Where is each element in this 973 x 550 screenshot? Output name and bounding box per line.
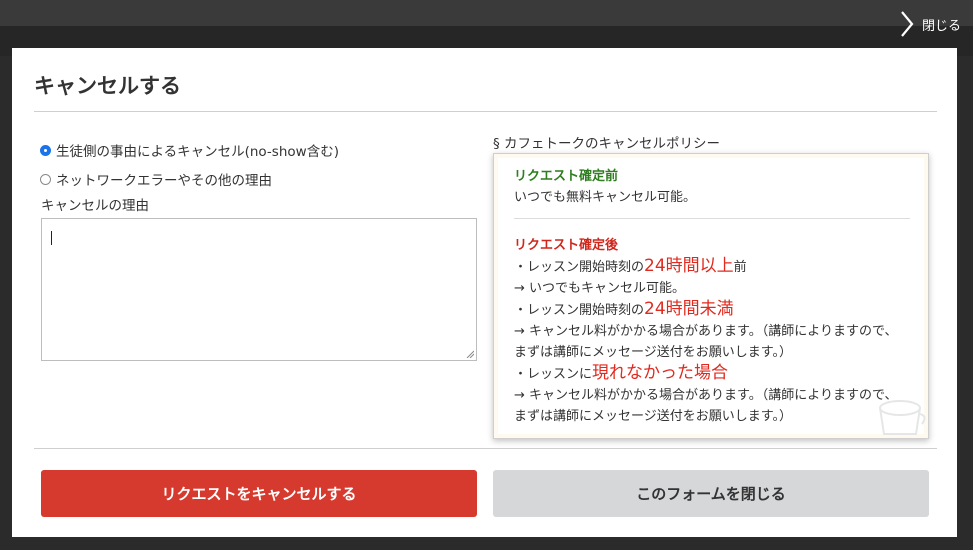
title-divider bbox=[34, 111, 937, 112]
coffee-cup-icon bbox=[879, 400, 926, 435]
policy-box: リクエスト確定前 いつでも無料キャンセル可能。 リクエスト確定後 ・レッスン開始… bbox=[493, 153, 929, 439]
resize-handle-icon[interactable] bbox=[466, 350, 474, 358]
close-form-button[interactable]: このフォームを閉じる bbox=[493, 470, 929, 517]
close-label: 閉じる bbox=[921, 17, 961, 33]
radio-student-reason[interactable]: 生徒側の事由によるキャンセル(no-show含む) bbox=[40, 140, 339, 160]
radio-checked-icon[interactable] bbox=[40, 144, 51, 156]
policy-line-fee-2: → キャンセル料がかかる場合があります。（講師によりますので、まずは講師にメッセ… bbox=[514, 388, 898, 424]
background-header bbox=[0, 0, 973, 26]
reason-label: キャンセルの理由 bbox=[41, 198, 149, 214]
policy-line-24h-over: ・レッスン開始時刻の24時間以上前 bbox=[514, 256, 747, 276]
cancel-modal: キャンセルする 生徒側の事由によるキャンセル(no-show含む) ネットワーク… bbox=[12, 48, 957, 537]
reason-textarea[interactable] bbox=[41, 218, 477, 361]
policy-line-24h-under: ・レッスン開始時刻の24時間未満 bbox=[514, 299, 734, 319]
cancel-request-button[interactable]: リクエストをキャンセルする bbox=[41, 470, 477, 517]
close-overlay-button[interactable]: 閉じる bbox=[900, 10, 961, 38]
policy-line-fee-1: → キャンセル料がかかる場合があります。（講師によりますので、まずは講師にメッセ… bbox=[514, 324, 898, 360]
chevron-right-icon bbox=[900, 10, 914, 38]
text-caret bbox=[51, 231, 52, 245]
radio-label-network: ネットワークエラーやその他の理由 bbox=[56, 173, 272, 189]
policy-before-text: いつでも無料キャンセル可能。 bbox=[514, 190, 697, 205]
policy-divider bbox=[514, 218, 910, 219]
footer-divider bbox=[34, 448, 937, 449]
radio-label-student: 生徒側の事由によるキャンセル(no-show含む) bbox=[56, 144, 339, 160]
policy-heading: § カフェトークのキャンセルポリシー bbox=[493, 136, 721, 152]
policy-after-title: リクエスト確定後 bbox=[514, 238, 619, 253]
policy-line-any-cancel: → いつでもキャンセル可能。 bbox=[514, 281, 686, 296]
radio-network-error[interactable]: ネットワークエラーやその他の理由 bbox=[40, 169, 272, 189]
modal-title: キャンセルする bbox=[34, 74, 181, 98]
policy-line-no-show: ・レッスンに現れなかった場合 bbox=[514, 363, 729, 383]
policy-before-title: リクエスト確定前 bbox=[514, 169, 619, 184]
radio-unchecked-icon[interactable] bbox=[40, 173, 51, 185]
